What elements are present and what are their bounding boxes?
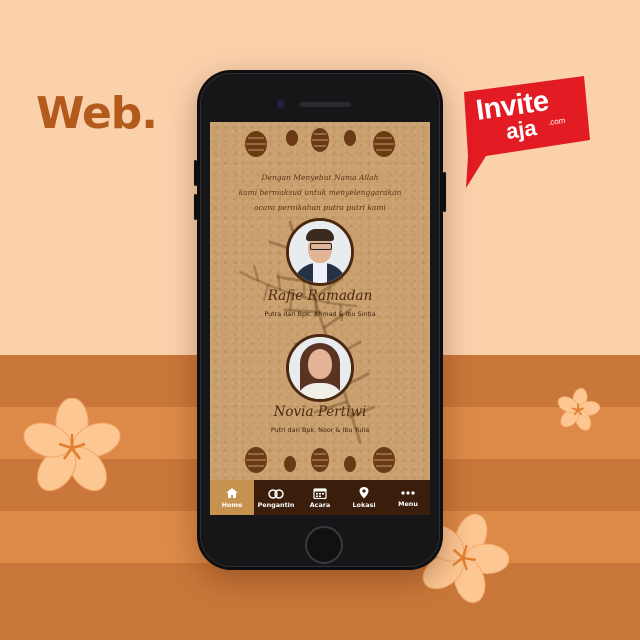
groom-parents: Putra dari Bpk. Ahmad & Ibu Sintia	[264, 310, 376, 318]
bride-photo	[286, 334, 354, 402]
home-button[interactable]	[305, 526, 343, 564]
opening-line: kami bermaksud untuk menyelenggarakan	[238, 188, 402, 197]
rings-icon	[268, 488, 284, 499]
logo-text-sub: aja	[504, 114, 539, 145]
nav-label: Home	[221, 500, 243, 509]
power-button	[443, 172, 446, 212]
front-camera	[277, 100, 285, 108]
pinecone-border-bottom-icon	[245, 447, 395, 473]
nav-label: Menu	[398, 499, 418, 508]
groom-photo	[286, 218, 354, 286]
frangipani-flower-icon	[557, 388, 600, 431]
nav-label: Acara	[309, 500, 331, 509]
more-dots-icon	[401, 490, 415, 495]
frangipani-flower-icon	[23, 398, 121, 492]
volume-button	[194, 160, 197, 186]
bride-parents: Putri dari Bpk. Noor & Ibu Yulia	[270, 426, 370, 434]
nav-item-menu[interactable]: Menu	[386, 480, 430, 515]
bride-name: Novia Pertiwi	[273, 404, 367, 420]
pinecone-border-top-icon	[245, 128, 395, 157]
invitation-screen[interactable]: Dengan Menyebut Nama Allah kami bermaksu…	[210, 122, 430, 515]
opening-line: acara pernikahan putra putri kami	[254, 203, 386, 212]
calendar-icon	[313, 487, 327, 499]
groom-name: Rafie Ramadan	[267, 288, 373, 304]
earpiece-speaker	[299, 102, 351, 107]
nav-item-home[interactable]: Home	[210, 480, 254, 515]
nav-item-acara[interactable]: Acara	[298, 480, 342, 515]
background-stripe	[0, 563, 640, 640]
home-icon	[226, 487, 238, 498]
nav-label: Pengantin	[257, 500, 295, 509]
web-heading: Web.	[36, 88, 158, 139]
nav-item-pengantin[interactable]: Pengantin	[254, 480, 298, 515]
opening-line: Dengan Menyebut Nama Allah	[261, 173, 379, 182]
location-pin-icon	[359, 487, 369, 499]
volume-button	[194, 194, 197, 220]
bottom-navigation: Home Pengantin Acara Lokasi Menu	[210, 480, 430, 515]
nav-item-lokasi[interactable]: Lokasi	[342, 480, 386, 515]
nav-label: Lokasi	[352, 501, 376, 509]
